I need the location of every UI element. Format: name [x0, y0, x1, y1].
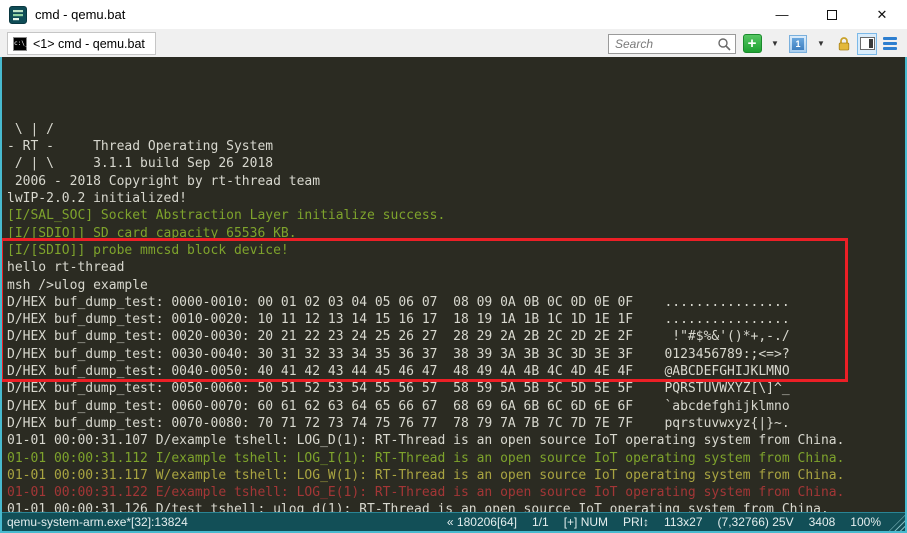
window-controls: — ✕ — [757, 0, 907, 30]
terminal-line: 01-01 00:00:31.126 D/test tshell: ulog_d… — [7, 501, 905, 512]
terminal-line: D/HEX buf_dump_test: 0030-0040: 30 31 32… — [7, 346, 905, 363]
status-items: « 180206[64] 1/1 [+] NUM PRI↕ 113x27 (7,32766… — [447, 515, 881, 529]
status-item: (7,32766) 25V — [718, 515, 794, 529]
terminal-line: D/HEX buf_dump_test: 0000-0010: 00 01 02… — [7, 294, 905, 311]
plus-icon: + — [743, 34, 762, 53]
terminal-line: [I/SAL_SOC] Socket Abstraction Layer ini… — [7, 207, 905, 224]
lock-icon — [836, 36, 852, 52]
close-icon: ✕ — [877, 7, 888, 23]
cmd-icon: c:\_ — [13, 37, 27, 51]
new-console-dropdown[interactable]: ▼ — [765, 33, 785, 55]
terminal-line: hello rt-thread — [7, 259, 905, 276]
title-bar: cmd - qemu.bat — ✕ — [0, 0, 907, 30]
search-icon[interactable] — [717, 37, 732, 52]
panel-toggle-button[interactable] — [857, 33, 877, 55]
search-box — [608, 34, 736, 54]
console-window-icon: 1 — [789, 35, 807, 53]
minimize-button[interactable]: — — [757, 0, 807, 30]
chevron-down-icon: ▼ — [771, 39, 779, 48]
status-item: PRI↕ — [623, 515, 649, 529]
console-list-dropdown[interactable]: ▼ — [811, 33, 831, 55]
tab-bar: c:\_ <1> cmd - qemu.bat + ▼ 1 ▼ — [0, 30, 907, 57]
terminal-line: 01-01 00:00:31.112 I/example tshell: LOG… — [7, 450, 905, 467]
maximize-button[interactable] — [807, 0, 857, 30]
terminal[interactable]: \ | /- RT - Thread Operating System / | … — [2, 57, 905, 512]
status-process: qemu-system-arm.exe*[32]:13824 — [7, 515, 188, 529]
console-tab[interactable]: c:\_ <1> cmd - qemu.bat — [7, 32, 156, 55]
terminal-line: D/HEX buf_dump_test: 0020-0030: 20 21 22… — [7, 328, 905, 345]
terminal-line: 01-01 00:00:31.122 E/example tshell: LOG… — [7, 484, 905, 501]
status-item: [+] NUM — [564, 515, 608, 529]
terminal-line: / | \ 3.1.1 build Sep 26 2018 — [7, 155, 905, 172]
status-item: 3408 — [809, 515, 836, 529]
terminal-line: 2006 - 2018 Copyright by rt-thread team — [7, 173, 905, 190]
maximize-icon — [827, 10, 837, 20]
panel-icon — [860, 37, 875, 50]
terminal-line: [I/[SDIO]] SD card capacity 65536 KB. — [7, 225, 905, 242]
terminal-line: D/HEX buf_dump_test: 0010-0020: 10 11 12… — [7, 311, 905, 328]
terminal-line: lwIP-2.0.2 initialized! — [7, 190, 905, 207]
status-item: 113x27 — [664, 515, 702, 529]
terminal-line: msh />ulog example — [7, 277, 905, 294]
active-console-button[interactable]: 1 — [788, 33, 808, 55]
terminal-line: 01-01 00:00:31.107 D/example tshell: LOG… — [7, 432, 905, 449]
resize-grip[interactable] — [889, 515, 905, 531]
terminal-line: \ | / — [7, 121, 905, 138]
window-frame: \ | /- RT - Thread Operating System / | … — [0, 57, 907, 533]
close-button[interactable]: ✕ — [857, 0, 907, 30]
terminal-line: - RT - Thread Operating System — [7, 138, 905, 155]
lock-button[interactable] — [834, 33, 854, 55]
status-item: 1/1 — [532, 515, 549, 529]
minimize-icon: — — [776, 7, 789, 22]
status-bar: qemu-system-arm.exe*[32]:13824 « 180206[… — [2, 512, 905, 531]
console-tab-label: <1> cmd - qemu.bat — [33, 37, 145, 51]
search-input[interactable] — [613, 36, 717, 52]
menu-button[interactable] — [880, 33, 900, 55]
terminal-line: 01-01 00:00:31.117 W/example tshell: LOG… — [7, 467, 905, 484]
window-title: cmd - qemu.bat — [35, 7, 125, 22]
hamburger-icon — [883, 37, 897, 50]
terminal-line: D/HEX buf_dump_test: 0040-0050: 40 41 42… — [7, 363, 905, 380]
new-console-button[interactable]: + — [742, 33, 762, 55]
status-item: « 180206[64] — [447, 515, 517, 529]
terminal-line: D/HEX buf_dump_test: 0050-0060: 50 51 52… — [7, 380, 905, 397]
terminal-line: [I/[SDIO]] probe mmcsd block device! — [7, 242, 905, 259]
terminal-line: D/HEX buf_dump_test: 0070-0080: 70 71 72… — [7, 415, 905, 432]
status-item: 100% — [850, 515, 881, 529]
app-icon — [9, 6, 27, 24]
toolbar: + ▼ 1 ▼ — [742, 33, 900, 55]
chevron-down-icon: ▼ — [817, 39, 825, 48]
terminal-line: D/HEX buf_dump_test: 0060-0070: 60 61 62… — [7, 398, 905, 415]
app-window: cmd - qemu.bat — ✕ c:\_ <1> cmd - qemu.b… — [0, 0, 907, 533]
